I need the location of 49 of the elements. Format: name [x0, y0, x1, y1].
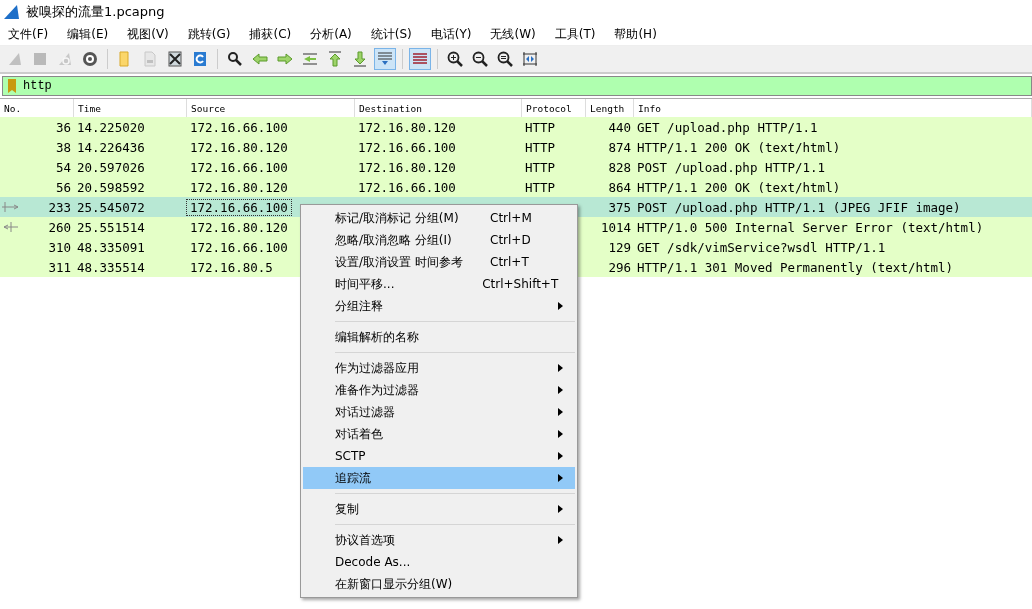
table-cell-text: HTTP: [524, 139, 557, 155]
table-cell-text: 233: [47, 199, 72, 215]
table-cell-text: HTTP/1.0 500 Internal Server Error (text/html): [636, 219, 985, 235]
table-cell-text: 310: [47, 239, 72, 255]
table-cell-text: 36: [54, 119, 72, 135]
table-cell-text: POST /upload.php HTTP/1.1 (JPEG JFIF image): [636, 199, 962, 215]
table-cell-text: 172.16.80.120: [189, 179, 289, 195]
table-cell-text: 129: [607, 239, 632, 255]
table-cell-text: 172.16.80.120: [189, 139, 289, 155]
table-cell-text: HTTP: [524, 159, 557, 175]
table-cell-text: 172.16.80.120: [357, 159, 457, 175]
table-cell-text: 172.16.80.120: [357, 119, 457, 135]
table-cell-text: 38: [54, 139, 72, 155]
table-cell-text: 14.225020: [76, 119, 146, 135]
table-cell-text: HTTP: [524, 119, 557, 135]
table-cell-text: 14.226436: [76, 139, 146, 155]
table-cell-text: 56: [54, 179, 72, 195]
table-cell-text: HTTP/1.1 200 OK (text/html): [636, 139, 842, 155]
table-cell-text: 48.335091: [76, 239, 146, 255]
table-cell-text: 311: [47, 259, 72, 275]
table-cell-text: HTTP/1.1 200 OK (text/html): [636, 179, 842, 195]
table-cell-text: 260: [47, 219, 72, 235]
table-cell-text: 54: [54, 159, 72, 175]
table-cell: 172.16.66.100: [187, 199, 291, 215]
window-title: 被嗅探的流量1.pcapng: [26, 3, 165, 21]
table-cell-text: 172.16.80.5: [189, 259, 274, 275]
table-cell-text: 172.16.66.100: [357, 179, 457, 195]
table-cell-text: 296: [607, 259, 632, 275]
table-cell-text: 440: [607, 119, 632, 135]
table-cell-text: 172.16.80.120: [189, 219, 289, 235]
table-cell-text: 25.551514: [76, 219, 146, 235]
table-cell-text: 864: [607, 179, 632, 195]
table-cell-text: 828: [607, 159, 632, 175]
table-cell-text: 375: [607, 199, 632, 215]
table-cell-text: HTTP: [524, 179, 557, 195]
table-cell-text: 874: [607, 139, 632, 155]
table-cell-text: 172.16.66.100: [189, 239, 289, 255]
table-cell-text: GET /upload.php HTTP/1.1: [636, 119, 819, 135]
table-cell-text: 48.335514: [76, 259, 146, 275]
table-cell-text: 172.16.66.100: [357, 139, 457, 155]
table-cell-text: 20.597026: [76, 159, 146, 175]
table-cell-text: 172.16.66.100: [189, 159, 289, 175]
table-cell-text: 20.598592: [76, 179, 146, 195]
table-cell-text: 172.16.66.100: [189, 119, 289, 135]
table-cell-text: GET /sdk/vimService?wsdl HTTP/1.1: [636, 239, 887, 255]
table-cell-text: 1014: [599, 219, 632, 235]
table-cell-text: HTTP/1.1 301 Moved Permanently (text/html): [636, 259, 955, 275]
table-cell-text: POST /upload.php HTTP/1.1: [636, 159, 827, 175]
table-cell-text: 25.545072: [76, 199, 146, 215]
